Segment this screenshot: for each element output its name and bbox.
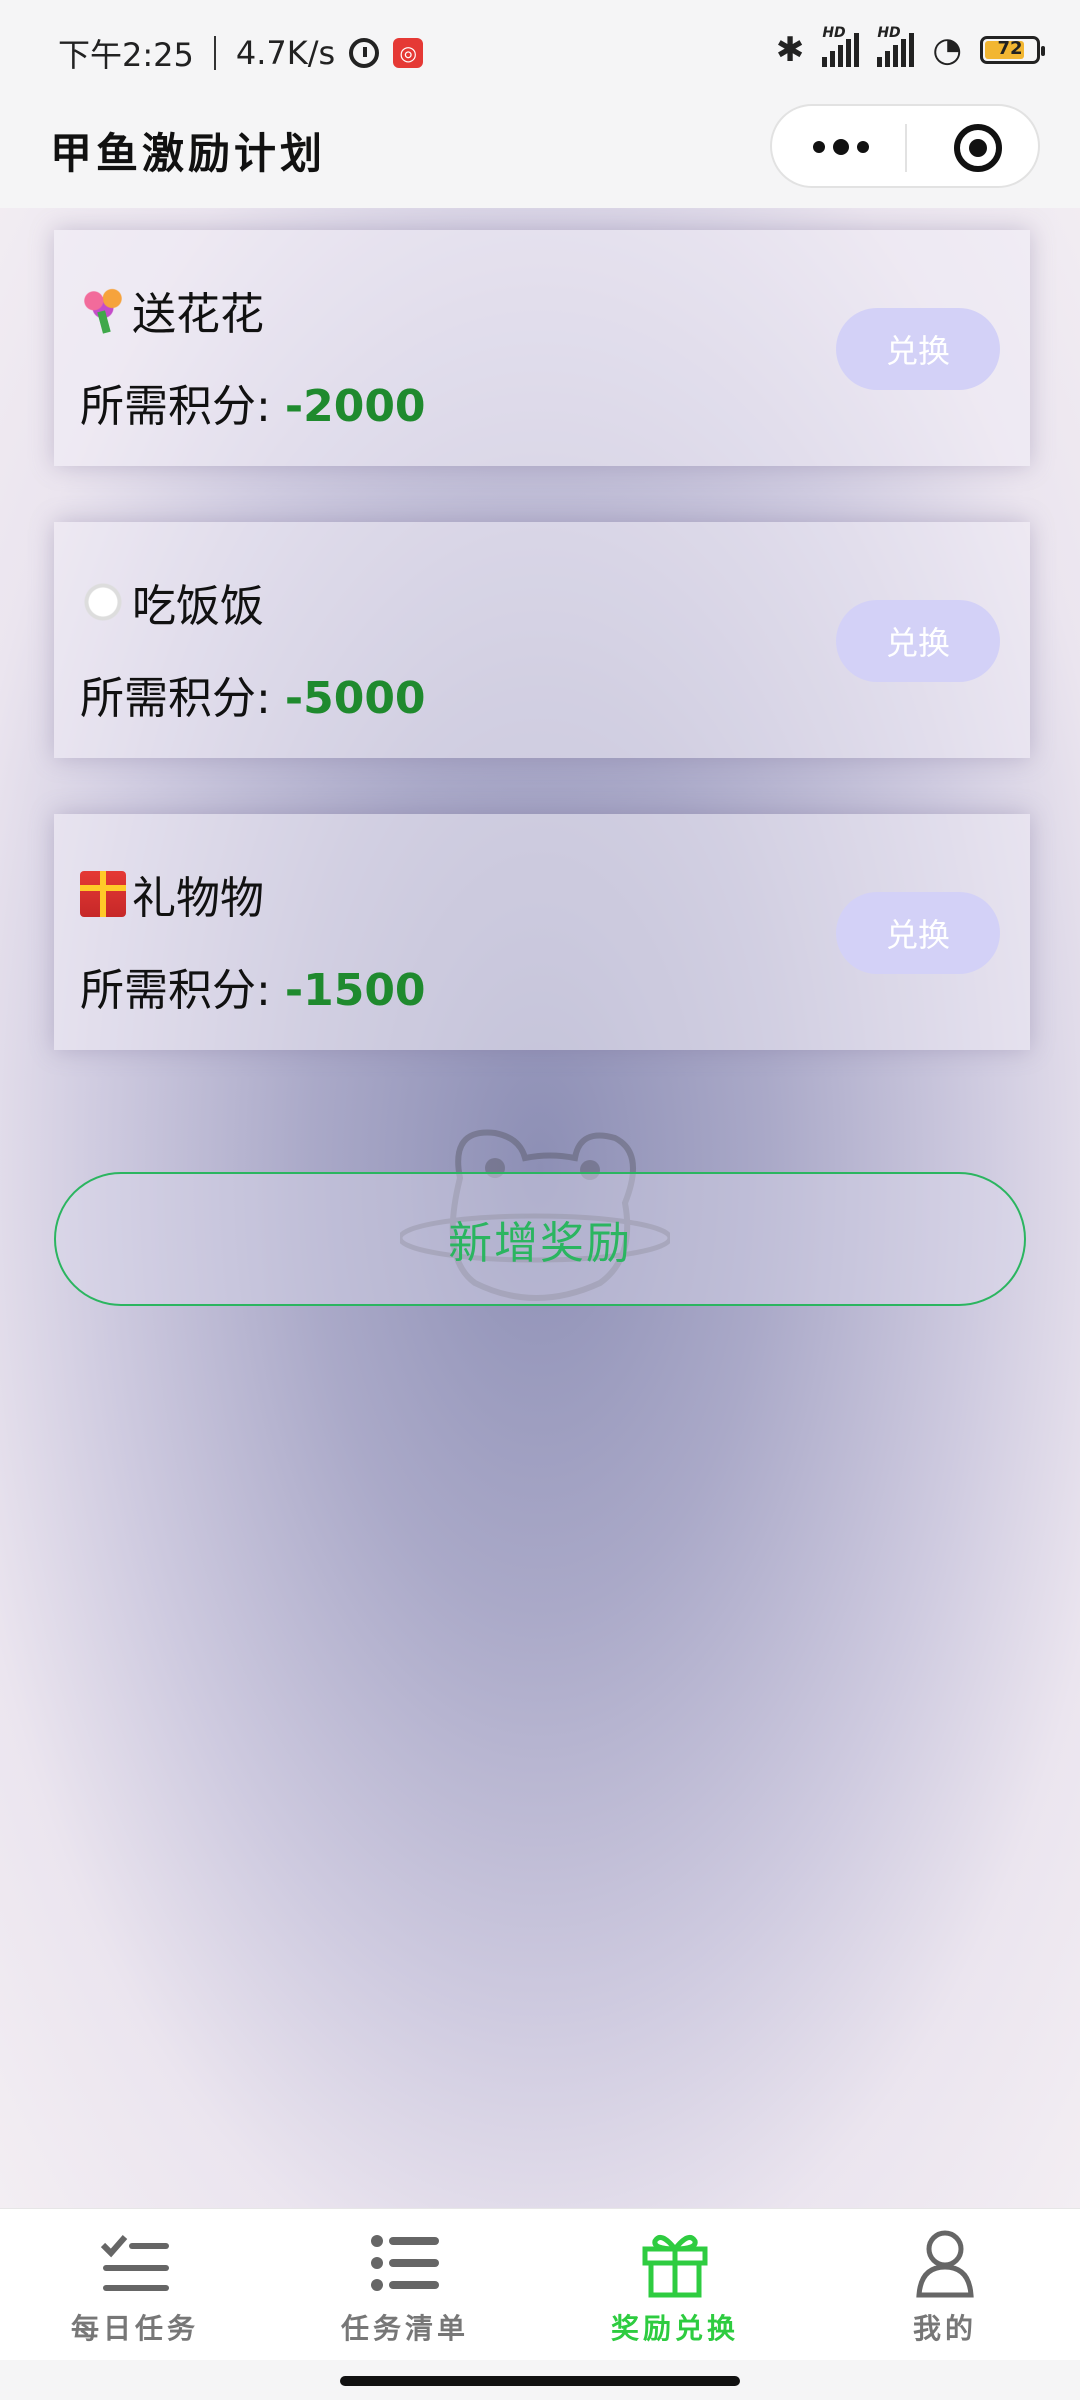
redeem-button[interactable]: 兑换 (836, 600, 1000, 682)
tab-label: 每日任务 (70, 2312, 199, 2345)
network-speed: 4.7K/s (235, 34, 336, 72)
signal-icon-1: HD (822, 25, 860, 67)
nav-header: 甲鱼激励计划 (0, 100, 1080, 208)
battery-level: 72 (997, 38, 1023, 59)
reward-list-area: 送花花 所需积分: -2000 兑换 吃饭饭 所需积分: -5000 兑换 礼物… (0, 208, 1080, 2208)
home-indicator[interactable] (340, 2376, 740, 2386)
reward-card: 礼物物 所需积分: -1500 兑换 (54, 814, 1030, 1050)
capsule-divider (905, 124, 907, 172)
cost-label: 所需积分: (80, 381, 271, 432)
reward-title: 吃饭饭 (80, 570, 264, 634)
tab-mine[interactable]: 我的 (810, 2209, 1080, 2361)
reward-card: 送花花 所需积分: -2000 兑换 (54, 230, 1030, 466)
tab-reward-exchange[interactable]: 奖励兑换 (540, 2209, 810, 2361)
tab-task-list[interactable]: 任务清单 (270, 2209, 540, 2361)
cost-label: 所需积分: (80, 965, 271, 1016)
battery-icon: 72 (980, 36, 1045, 64)
cost-value: -5000 (284, 673, 426, 724)
tab-label: 任务清单 (340, 2312, 469, 2345)
cost-value: -2000 (284, 381, 426, 432)
music-app-icon: ◎ (393, 38, 424, 68)
reward-title: 礼物物 (80, 862, 264, 926)
close-target-icon[interactable] (954, 124, 1002, 172)
gift-icon (642, 2234, 708, 2298)
hd-label: HD (877, 25, 901, 41)
more-icon[interactable] (806, 132, 876, 162)
status-bar: 下午2:25 4.7K/s ◎ ✱ HD HD ◔ 72 (0, 0, 1080, 100)
tab-label: 奖励兑换 (610, 2312, 739, 2345)
cost-value: -1500 (284, 965, 426, 1016)
mini-program-capsule (770, 104, 1040, 188)
bluetooth-icon: ✱ (775, 30, 805, 70)
bottom-tab-bar: 每日任务 任务清单 奖励兑换 我的 (0, 2208, 1080, 2361)
cost-label: 所需积分: (80, 673, 271, 724)
reward-name: 送花花 (132, 289, 264, 340)
gift-emoji-icon (80, 871, 126, 917)
reward-title: 送花花 (80, 278, 264, 342)
add-reward-button[interactable]: 新增奖励 (54, 1172, 1026, 1306)
home-indicator-area (0, 2360, 1080, 2400)
redeem-button[interactable]: 兑换 (836, 308, 1000, 390)
list-icon (371, 2235, 439, 2291)
hd-label: HD (822, 25, 846, 41)
reward-name: 吃饭饭 (132, 581, 264, 632)
status-separator (213, 36, 216, 70)
checklist-icon (100, 2235, 169, 2291)
reward-cost: 所需积分: -5000 (80, 662, 426, 726)
reward-name: 礼物物 (132, 873, 264, 924)
alarm-icon (349, 38, 380, 68)
reward-cost: 所需积分: -1500 (80, 954, 426, 1018)
user-icon (916, 2230, 974, 2298)
signal-icon-2: HD (877, 25, 915, 67)
reward-cost: 所需积分: -2000 (80, 370, 426, 434)
page-title: 甲鱼激励计划 (50, 129, 327, 178)
reward-card: 吃饭饭 所需积分: -5000 兑换 (54, 522, 1030, 758)
status-left: 下午2:25 4.7K/s ◎ (58, 30, 424, 76)
wifi-icon: ◔ (932, 30, 962, 70)
status-right: ✱ HD HD ◔ 72 (775, 25, 1045, 70)
tab-daily-tasks[interactable]: 每日任务 (0, 2209, 270, 2361)
bouquet-emoji-icon (80, 287, 126, 333)
status-time: 下午2:25 (58, 36, 194, 74)
redeem-button[interactable]: 兑换 (836, 892, 1000, 974)
tab-label: 我的 (912, 2312, 977, 2345)
plate-emoji-icon (80, 579, 126, 625)
